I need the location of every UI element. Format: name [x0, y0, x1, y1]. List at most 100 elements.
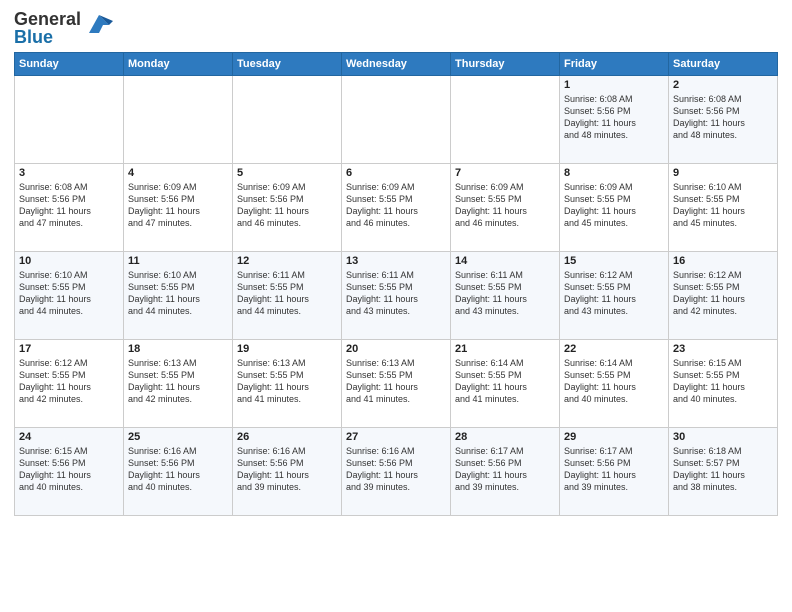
day-info: Sunrise: 6:14 AM Sunset: 5:55 PM Dayligh… [455, 357, 555, 406]
day-header-wednesday: Wednesday [342, 53, 451, 76]
page: General Blue SundayMondayTuesdayWednesda… [0, 0, 792, 612]
logo-icon [85, 11, 113, 37]
day-number: 7 [455, 167, 555, 179]
logo-text: General Blue [14, 10, 81, 46]
day-number: 16 [673, 255, 773, 267]
calendar-cell [124, 76, 233, 164]
calendar-cell: 3 Sunrise: 6:08 AM Sunset: 5:56 PM Daylig… [15, 164, 124, 252]
calendar-cell: 14 Sunrise: 6:11 AM Sunset: 5:55 PM Dayli… [451, 252, 560, 340]
day-number: 9 [673, 167, 773, 179]
day-number: 1 [564, 79, 664, 91]
calendar-cell [451, 76, 560, 164]
day-info: Sunrise: 6:15 AM Sunset: 5:55 PM Dayligh… [673, 357, 773, 406]
day-info: Sunrise: 6:10 AM Sunset: 5:55 PM Dayligh… [673, 181, 773, 230]
day-info: Sunrise: 6:12 AM Sunset: 5:55 PM Dayligh… [564, 269, 664, 318]
day-info: Sunrise: 6:13 AM Sunset: 5:55 PM Dayligh… [346, 357, 446, 406]
day-number: 29 [564, 431, 664, 443]
day-number: 15 [564, 255, 664, 267]
day-number: 19 [237, 343, 337, 355]
day-info: Sunrise: 6:14 AM Sunset: 5:55 PM Dayligh… [564, 357, 664, 406]
day-number: 11 [128, 255, 228, 267]
day-number: 22 [564, 343, 664, 355]
calendar-cell: 4 Sunrise: 6:09 AM Sunset: 5:56 PM Daylig… [124, 164, 233, 252]
calendar-cell [15, 76, 124, 164]
calendar-cell: 13 Sunrise: 6:11 AM Sunset: 5:55 PM Dayli… [342, 252, 451, 340]
calendar-cell: 29 Sunrise: 6:17 AM Sunset: 5:56 PM Dayli… [560, 428, 669, 516]
day-info: Sunrise: 6:13 AM Sunset: 5:55 PM Dayligh… [237, 357, 337, 406]
calendar-cell: 6 Sunrise: 6:09 AM Sunset: 5:55 PM Daylig… [342, 164, 451, 252]
day-number: 25 [128, 431, 228, 443]
calendar-cell: 21Sunrise: 6:14 AM Sunset: 5:55 PM Dayli… [451, 340, 560, 428]
calendar-cell: 28 Sunrise: 6:17 AM Sunset: 5:56 PM Dayli… [451, 428, 560, 516]
day-number: 27 [346, 431, 446, 443]
day-info: Sunrise: 6:09 AM Sunset: 5:56 PM Dayligh… [128, 181, 228, 230]
calendar-cell: 11 Sunrise: 6:10 AM Sunset: 5:55 PM Dayli… [124, 252, 233, 340]
day-info: Sunrise: 6:16 AM Sunset: 5:56 PM Dayligh… [346, 445, 446, 494]
day-number: 4 [128, 167, 228, 179]
calendar-cell: 27 Sunrise: 6:16 AM Sunset: 5:56 PM Dayli… [342, 428, 451, 516]
calendar-cell: 1 Sunrise: 6:08 AM Sunset: 5:56 PM Daylig… [560, 76, 669, 164]
day-info: Sunrise: 6:12 AM Sunset: 5:55 PM Dayligh… [673, 269, 773, 318]
day-number: 12 [237, 255, 337, 267]
calendar-cell: 10Sunrise: 6:10 AM Sunset: 5:55 PM Dayli… [15, 252, 124, 340]
calendar-header-row: SundayMondayTuesdayWednesdayThursdayFrid… [15, 53, 778, 76]
day-info: Sunrise: 6:08 AM Sunset: 5:56 PM Dayligh… [564, 93, 664, 142]
day-number: 8 [564, 167, 664, 179]
day-header-friday: Friday [560, 53, 669, 76]
day-number: 24 [19, 431, 119, 443]
day-info: Sunrise: 6:09 AM Sunset: 5:55 PM Dayligh… [564, 181, 664, 230]
calendar-cell: 25 Sunrise: 6:16 AM Sunset: 5:56 PM Dayli… [124, 428, 233, 516]
day-info: Sunrise: 6:09 AM Sunset: 5:55 PM Dayligh… [346, 181, 446, 230]
day-info: Sunrise: 6:18 AM Sunset: 5:57 PM Dayligh… [673, 445, 773, 494]
day-header-monday: Monday [124, 53, 233, 76]
day-header-tuesday: Tuesday [233, 53, 342, 76]
calendar-cell: 19 Sunrise: 6:13 AM Sunset: 5:55 PM Dayli… [233, 340, 342, 428]
day-info: Sunrise: 6:11 AM Sunset: 5:55 PM Dayligh… [455, 269, 555, 318]
week-row-5: 24 Sunrise: 6:15 AM Sunset: 5:56 PM Dayli… [15, 428, 778, 516]
logo-general: General [14, 9, 81, 29]
day-info: Sunrise: 6:11 AM Sunset: 5:55 PM Dayligh… [237, 269, 337, 318]
calendar-cell [233, 76, 342, 164]
day-info: Sunrise: 6:11 AM Sunset: 5:55 PM Dayligh… [346, 269, 446, 318]
day-number: 5 [237, 167, 337, 179]
day-number: 3 [19, 167, 119, 179]
day-info: Sunrise: 6:09 AM Sunset: 5:56 PM Dayligh… [237, 181, 337, 230]
day-number: 6 [346, 167, 446, 179]
calendar-cell: 8 Sunrise: 6:09 AM Sunset: 5:55 PM Daylig… [560, 164, 669, 252]
logo-blue: Blue [14, 27, 53, 47]
calendar-cell: 5 Sunrise: 6:09 AM Sunset: 5:56 PM Daylig… [233, 164, 342, 252]
day-info: Sunrise: 6:15 AM Sunset: 5:56 PM Dayligh… [19, 445, 119, 494]
calendar-cell [342, 76, 451, 164]
calendar-cell: 15 Sunrise: 6:12 AM Sunset: 5:55 PM Dayli… [560, 252, 669, 340]
day-header-saturday: Saturday [669, 53, 778, 76]
day-info: Sunrise: 6:16 AM Sunset: 5:56 PM Dayligh… [128, 445, 228, 494]
day-number: 2 [673, 79, 773, 91]
week-row-2: 3 Sunrise: 6:08 AM Sunset: 5:56 PM Daylig… [15, 164, 778, 252]
calendar-table: SundayMondayTuesdayWednesdayThursdayFrid… [14, 52, 778, 516]
day-info: Sunrise: 6:16 AM Sunset: 5:56 PM Dayligh… [237, 445, 337, 494]
calendar-cell: 30 Sunrise: 6:18 AM Sunset: 5:57 PM Dayli… [669, 428, 778, 516]
day-number: 30 [673, 431, 773, 443]
header: General Blue [14, 10, 778, 46]
day-number: 14 [455, 255, 555, 267]
calendar-cell: 7Sunrise: 6:09 AM Sunset: 5:55 PM Daylig… [451, 164, 560, 252]
calendar-cell: 20 Sunrise: 6:13 AM Sunset: 5:55 PM Dayli… [342, 340, 451, 428]
day-number: 18 [128, 343, 228, 355]
calendar-cell: 24 Sunrise: 6:15 AM Sunset: 5:56 PM Dayli… [15, 428, 124, 516]
day-info: Sunrise: 6:08 AM Sunset: 5:56 PM Dayligh… [673, 93, 773, 142]
day-info: Sunrise: 6:17 AM Sunset: 5:56 PM Dayligh… [455, 445, 555, 494]
day-header-sunday: Sunday [15, 53, 124, 76]
calendar-cell: 22 Sunrise: 6:14 AM Sunset: 5:55 PM Dayli… [560, 340, 669, 428]
calendar-cell: 26 Sunrise: 6:16 AM Sunset: 5:56 PM Dayli… [233, 428, 342, 516]
day-number: 23 [673, 343, 773, 355]
day-number: 20 [346, 343, 446, 355]
calendar-cell: 12 Sunrise: 6:11 AM Sunset: 5:55 PM Dayli… [233, 252, 342, 340]
day-number: 13 [346, 255, 446, 267]
calendar-cell: 17Sunrise: 6:12 AM Sunset: 5:55 PM Dayli… [15, 340, 124, 428]
day-info: Sunrise: 6:10 AM Sunset: 5:55 PM Dayligh… [128, 269, 228, 318]
day-info: Sunrise: 6:08 AM Sunset: 5:56 PM Dayligh… [19, 181, 119, 230]
logo: General Blue [14, 10, 113, 46]
day-number: 28 [455, 431, 555, 443]
day-number: 26 [237, 431, 337, 443]
day-info: Sunrise: 6:17 AM Sunset: 5:56 PM Dayligh… [564, 445, 664, 494]
